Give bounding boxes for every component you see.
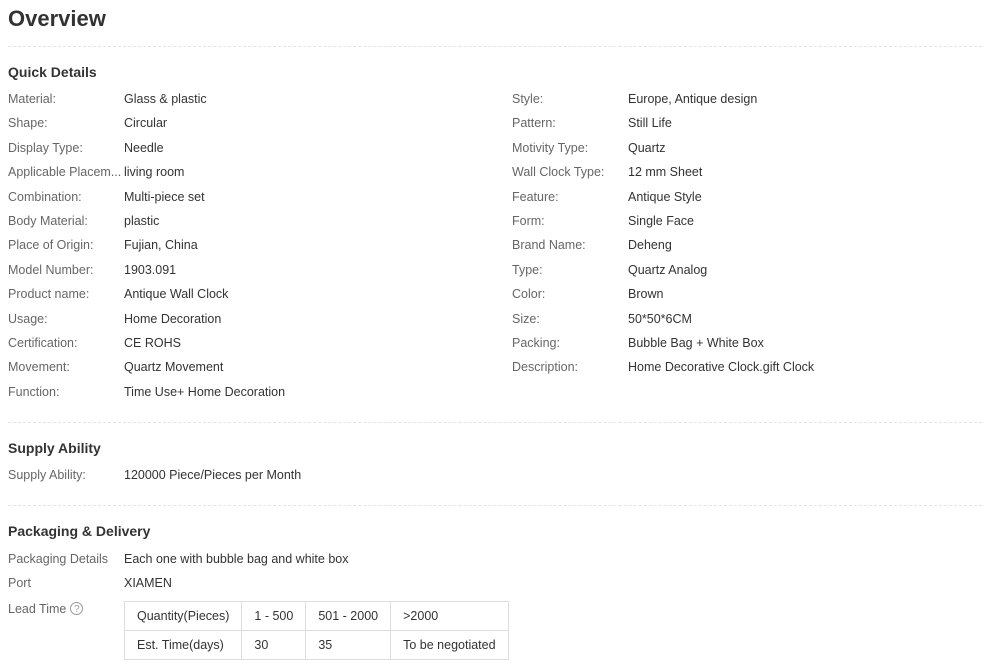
product-overview-page: Overview Quick Details Material: Glass & … [0, 0, 986, 669]
quick-detail-value: Quartz [628, 141, 666, 155]
quick-detail-value: 1903.091 [124, 263, 177, 277]
divider [8, 46, 982, 47]
quick-detail-value: CE ROHS [124, 336, 181, 350]
quick-detail-label: Motivity Type: [512, 141, 589, 155]
quick-detail-value: 50*50*6CM [628, 312, 692, 326]
quick-detail-value: Europe, Antique design [628, 92, 758, 106]
quick-detail-value: Brown [628, 287, 664, 301]
quick-detail-label: Certification: [8, 336, 78, 350]
quick-detail-label: Usage: [8, 312, 48, 326]
quick-detail-label: Shape: [8, 116, 48, 130]
table-row: Est. Time(days) 30 35 To be negotiated [123, 630, 509, 660]
quick-detail-label: Material: [8, 92, 56, 106]
lead-time-label: Lead Time [8, 602, 67, 616]
quick-detail-label: Combination: [8, 190, 82, 204]
quick-detail-label: Type: [512, 263, 543, 277]
packaging-details-label: Packaging Details [8, 552, 109, 566]
quick-detail-label: Display Type: [8, 141, 83, 155]
quick-detail-label: Color: [512, 287, 546, 301]
quick-detail-value: plastic [124, 214, 160, 228]
divider [8, 505, 982, 506]
quick-detail-value: living room [124, 165, 185, 179]
quick-detail-value: Single Face [628, 214, 695, 228]
quick-detail-label: Model Number: [8, 263, 94, 277]
table-cell: 501 - 2000 [305, 601, 392, 631]
quick-detail-label: Packing: [512, 336, 560, 350]
quick-detail-label: Size: [512, 312, 540, 326]
table-cell: Quantity(Pieces) [123, 601, 243, 631]
supply-ability-label: Supply Ability: [8, 468, 86, 482]
overview-title: Overview [8, 6, 106, 31]
quick-detail-label: Function: [8, 385, 60, 399]
table-cell: 1 - 500 [241, 601, 307, 631]
quick-detail-value: Antique Wall Clock [124, 287, 229, 301]
table-cell: 35 [305, 630, 392, 660]
supply-ability-title: Supply Ability [8, 440, 101, 456]
quick-detail-value: Fujian, China [124, 238, 198, 252]
table-cell: 30 [241, 630, 307, 660]
quick-detail-value: Circular [124, 116, 168, 130]
quick-detail-value: 12 mm Sheet [628, 165, 703, 179]
quick-detail-value: Still Life [628, 116, 672, 130]
quick-detail-value: Needle [124, 141, 164, 155]
table-row: Quantity(Pieces) 1 - 500 501 - 2000 >200… [123, 601, 509, 631]
quick-detail-value: Deheng [628, 238, 672, 252]
port-value: XIAMEN [124, 576, 172, 590]
table-cell: Est. Time(days) [123, 630, 243, 660]
divider [8, 422, 982, 423]
quick-detail-label: Style: [512, 92, 544, 106]
quick-detail-label: Description: [512, 360, 578, 374]
supply-ability-value: 120000 Piece/Pieces per Month [124, 468, 302, 482]
quick-detail-value: Antique Style [628, 190, 702, 204]
quick-detail-value: Time Use+ Home Decoration [124, 385, 286, 399]
quick-detail-value: Multi-piece set [124, 190, 205, 204]
quick-detail-label: Pattern: [512, 116, 556, 130]
quick-detail-label: Brand Name: [512, 238, 586, 252]
quick-details-title: Quick Details [8, 64, 97, 80]
quick-detail-label: Applicable Placem... [8, 165, 122, 179]
table-cell: >2000 [390, 601, 509, 631]
quick-detail-label: Place of Origin: [8, 238, 94, 252]
packaging-details-value: Each one with bubble bag and white box [124, 552, 349, 566]
quick-detail-label: Wall Clock Type: [512, 165, 605, 179]
quick-detail-label: Product name: [8, 287, 90, 301]
quick-detail-label: Feature: [512, 190, 559, 204]
quick-detail-value: Home Decoration [124, 312, 222, 326]
quick-detail-value: Glass & plastic [124, 92, 207, 106]
lead-time-label-row: Lead Time? [8, 601, 123, 617]
port-label: Port [8, 576, 31, 590]
quick-detail-value: Bubble Bag + White Box [628, 336, 764, 350]
lead-time-table: Quantity(Pieces) 1 - 500 501 - 2000 >200… [123, 601, 509, 660]
quick-detail-label: Movement: [8, 360, 70, 374]
quick-detail-value: Quartz Movement [124, 360, 224, 374]
quick-detail-label: Form: [512, 214, 545, 228]
table-cell: To be negotiated [390, 630, 509, 660]
quick-detail-label: Body Material: [8, 214, 88, 228]
packaging-delivery-title: Packaging & Delivery [8, 523, 151, 539]
quick-detail-value: Home Decorative Clock.gift Clock [628, 360, 815, 374]
help-icon[interactable]: ? [70, 602, 84, 615]
quick-detail-value: Quartz Analog [628, 263, 708, 277]
